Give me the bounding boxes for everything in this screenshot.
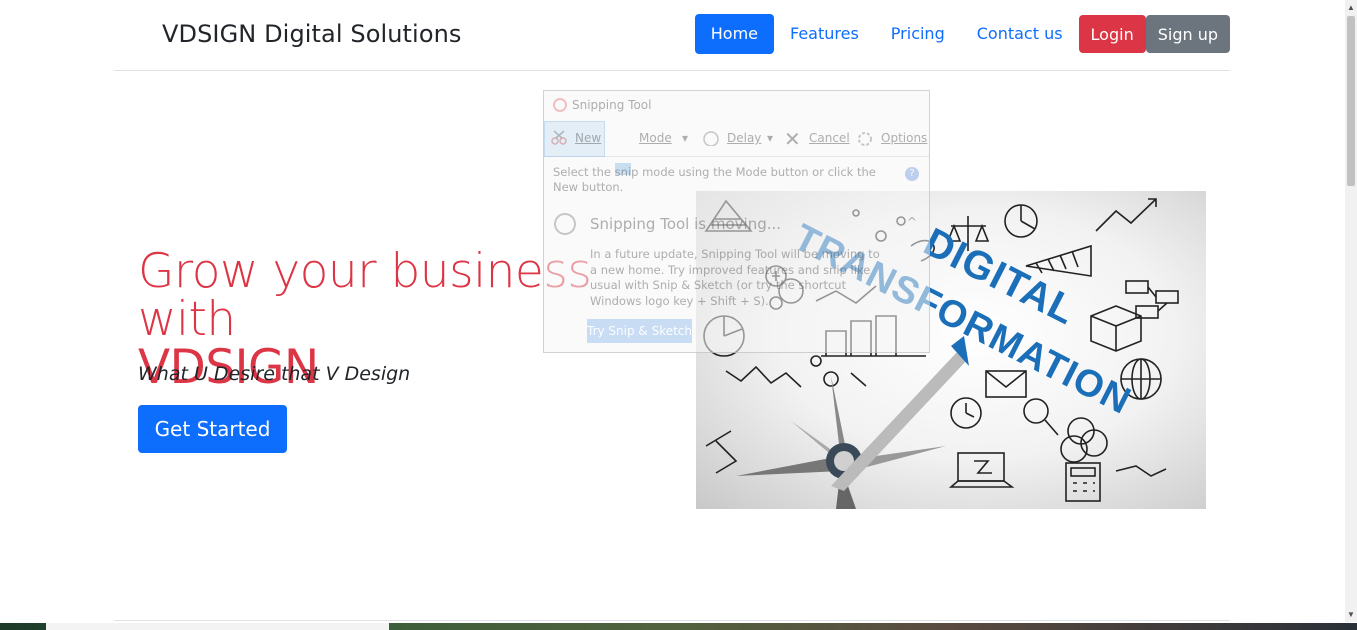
nav-home-link[interactable]: Home xyxy=(694,14,774,54)
compass-icon xyxy=(736,336,969,509)
collapse-chevron-icon[interactable]: ^ xyxy=(907,215,917,229)
help-icon[interactable]: ? xyxy=(905,167,919,181)
brand-name[interactable]: VDSIGN Digital Solutions xyxy=(162,20,462,48)
mode-dropdown-icon[interactable]: ▾ xyxy=(682,131,688,145)
options-gear-icon xyxy=(858,132,872,146)
nav-links: Home Features Pricing Contact us Login S… xyxy=(694,14,1230,54)
snip-notice-body: In a future update, Snipping Tool will b… xyxy=(590,247,880,308)
snipping-tool-title: Snipping Tool xyxy=(572,98,652,112)
taskbar-search-box[interactable] xyxy=(46,623,389,630)
snip-new-button[interactable]: New xyxy=(544,121,605,157)
login-button[interactable]: Login xyxy=(1078,15,1146,53)
scroll-down-arrow-icon[interactable]: ▼ xyxy=(1347,610,1355,619)
hero-title-line1: Grow your business with xyxy=(138,244,592,347)
scroll-thumb[interactable] xyxy=(1347,16,1355,186)
delay-dropdown-icon[interactable]: ▾ xyxy=(767,131,773,145)
snip-options-button[interactable]: Options xyxy=(881,131,927,145)
try-snip-sketch-button[interactable]: Try Snip & Sketch xyxy=(587,319,692,343)
snip-notice-heading: Snipping Tool is moving... xyxy=(590,215,782,233)
navbar: VDSIGN Digital Solutions Home Features P… xyxy=(114,0,1230,71)
snipping-tool-app-icon xyxy=(553,98,567,112)
snip-new-label: New xyxy=(575,131,602,145)
nav-contact-link[interactable]: Contact us xyxy=(961,14,1079,54)
snip-cancel-button[interactable]: Cancel xyxy=(809,131,850,145)
nav-features-link[interactable]: Features xyxy=(774,14,875,54)
get-started-button[interactable]: Get Started xyxy=(138,405,287,453)
snip-delay-button[interactable]: Delay xyxy=(727,131,761,145)
hero-subtitle: What U Desire that V Design xyxy=(138,363,411,385)
nav-pricing-link[interactable]: Pricing xyxy=(875,14,961,54)
scissors-icon xyxy=(551,130,567,145)
snipping-tool-window[interactable]: Snipping Tool New Mode ▾ Delay ▾ ✕ Cance… xyxy=(543,90,930,353)
snip-mode-button[interactable]: Mode xyxy=(639,131,672,145)
snipping-tool-toolbar: New Mode ▾ Delay ▾ ✕ Cancel Options xyxy=(544,121,929,175)
snip-instruction-text: Select the snip mode using the Mode butt… xyxy=(553,165,876,194)
page-scrollbar[interactable]: ▲ ▼ xyxy=(1345,0,1357,622)
cancel-x-icon: ✕ xyxy=(784,127,801,151)
signup-button[interactable]: Sign up xyxy=(1145,15,1230,53)
notice-icon xyxy=(554,213,576,235)
scroll-up-arrow-icon[interactable]: ▲ xyxy=(1347,3,1355,12)
delay-clock-icon xyxy=(703,131,719,146)
section-divider xyxy=(114,620,1230,621)
